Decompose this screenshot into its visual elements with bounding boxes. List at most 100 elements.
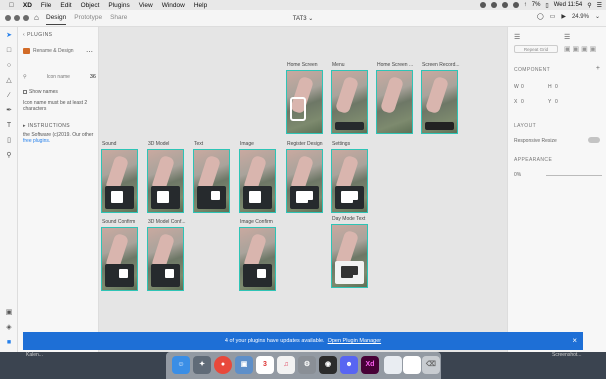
- artboard-label[interactable]: Home Screen ...: [377, 62, 413, 68]
- artboard-register-design[interactable]: [286, 149, 323, 213]
- line-tool-icon[interactable]: ∕: [5, 92, 13, 100]
- more-options-icon[interactable]: ⋯: [86, 48, 93, 56]
- finder-icon[interactable]: ☺: [172, 356, 190, 374]
- recent-doc-icon[interactable]: [403, 356, 421, 374]
- artboard-label[interactable]: Image Confirm: [240, 219, 273, 225]
- xd-icon[interactable]: Xd: [361, 356, 379, 374]
- user-icon[interactable]: ◯: [537, 13, 544, 20]
- distribute-icon[interactable]: ☰: [564, 33, 570, 41]
- chrome-icon[interactable]: ●: [214, 356, 232, 374]
- menu-window[interactable]: Window: [162, 2, 185, 9]
- close-icon[interactable]: ×: [572, 336, 577, 346]
- polygon-tool-icon[interactable]: △: [5, 77, 13, 85]
- artboard-label[interactable]: Screen Record...: [422, 62, 460, 68]
- artboard-day-mode-text[interactable]: [331, 224, 368, 288]
- assets-icon[interactable]: ▣: [5, 309, 13, 317]
- artboard-image[interactable]: [239, 149, 276, 213]
- artboard-3d-model[interactable]: [147, 149, 184, 213]
- x-field[interactable]: 0: [521, 99, 524, 105]
- menu-app-name[interactable]: XD: [23, 2, 32, 9]
- artboard-label[interactable]: Image: [240, 141, 254, 147]
- y-field[interactable]: 0: [555, 99, 558, 105]
- artboard-settings[interactable]: [331, 149, 368, 213]
- text-tool-icon[interactable]: T: [5, 122, 13, 130]
- desktop-file-label[interactable]: Kalen...: [26, 352, 43, 358]
- artboard-home-screen-2[interactable]: [376, 70, 413, 134]
- play-icon[interactable]: ▶: [561, 13, 566, 20]
- menu-list-icon[interactable]: ☰: [597, 2, 602, 9]
- menu-help[interactable]: Help: [194, 2, 207, 9]
- search-icon[interactable]: ⚲: [587, 2, 591, 9]
- artboard-label[interactable]: Text: [194, 141, 203, 147]
- discord-icon[interactable]: ☻: [340, 356, 358, 374]
- artboard-3d-model-confirm[interactable]: [147, 227, 184, 291]
- obs-icon[interactable]: ◉: [319, 356, 337, 374]
- artboard-screen-record[interactable]: [421, 70, 458, 134]
- recent-doc-icon[interactable]: [384, 356, 402, 374]
- show-names-checkbox[interactable]: Show names: [23, 89, 58, 95]
- bluetooth-icon[interactable]: [512, 2, 519, 8]
- artboard-tool-icon[interactable]: ▯: [5, 137, 13, 145]
- apple-icon[interactable]: : [9, 2, 14, 9]
- artboard-home-screen[interactable]: [286, 70, 323, 134]
- artboard-label[interactable]: Sound Confirm: [102, 219, 135, 225]
- chevron-left-icon[interactable]: ‹: [23, 32, 25, 38]
- desktop-file-label[interactable]: Screenshot...: [552, 352, 581, 358]
- artboard-label[interactable]: Settings: [332, 141, 350, 147]
- artboard-sound[interactable]: [101, 149, 138, 213]
- icon-name-value[interactable]: 36: [90, 74, 96, 80]
- design-canvas[interactable]: Home Screen Menu Home Screen ... Screen …: [99, 27, 507, 352]
- instructions-toggle[interactable]: ▸ INSTRUCTIONS: [23, 123, 70, 129]
- ellipse-tool-icon[interactable]: ○: [5, 62, 13, 70]
- trash-icon[interactable]: ⌫: [422, 356, 440, 374]
- music-icon[interactable]: ♫: [277, 356, 295, 374]
- zoom-tool-icon[interactable]: ⚲: [5, 152, 13, 160]
- rectangle-tool-icon[interactable]: □: [5, 47, 13, 55]
- repeat-grid-button[interactable]: Repeat Grid: [514, 45, 558, 53]
- document-title[interactable]: TAT3 ⌄: [0, 15, 606, 22]
- checkbox-box[interactable]: [23, 90, 27, 94]
- open-plugin-manager-link[interactable]: Open Plugin Manager: [328, 338, 382, 344]
- battery-icon[interactable]: ▯: [545, 2, 548, 9]
- icon-name-field[interactable]: ⚲ Icon name 36: [23, 73, 96, 81]
- calendar-icon[interactable]: 3: [256, 356, 274, 374]
- artboard-label[interactable]: Day Mode Text: [332, 216, 365, 222]
- menu-file[interactable]: File: [41, 2, 51, 9]
- status-app-icon[interactable]: [479, 2, 486, 8]
- artboard-image-confirm[interactable]: [239, 227, 276, 291]
- plugin-entry[interactable]: Rename & Design: [23, 48, 74, 54]
- artboard-label[interactable]: Menu: [332, 62, 345, 68]
- opacity-field[interactable]: 0%: [514, 172, 521, 178]
- artboard-label[interactable]: Sound: [102, 141, 116, 147]
- system-preferences-icon[interactable]: ⚙: [298, 356, 316, 374]
- plugins-icon[interactable]: ■: [5, 339, 13, 347]
- launchpad-icon[interactable]: ✦: [193, 356, 211, 374]
- artboard-label[interactable]: Home Screen: [287, 62, 318, 68]
- layers-icon[interactable]: ◈: [5, 324, 13, 332]
- clock[interactable]: Wed 11:54: [554, 2, 582, 8]
- artboard-menu[interactable]: [331, 70, 368, 134]
- boolean-ops-icon[interactable]: ▣ ▣ ▣ ▣: [564, 45, 596, 53]
- artboard-text[interactable]: [193, 149, 230, 213]
- opacity-slider[interactable]: [546, 175, 602, 176]
- add-component-icon[interactable]: +: [596, 65, 600, 72]
- zoom-level[interactable]: 24.9%: [572, 14, 589, 20]
- menu-view[interactable]: View: [139, 2, 153, 9]
- battery-indicator[interactable]: 7%: [532, 2, 541, 8]
- menu-plugins[interactable]: Plugins: [108, 2, 129, 9]
- free-plugins-link[interactable]: free plugins.: [23, 138, 50, 144]
- height-field[interactable]: 0: [555, 84, 558, 90]
- artboard-sound-confirm[interactable]: [101, 227, 138, 291]
- artboard-label[interactable]: Register Design: [287, 141, 323, 147]
- mobile-preview-icon[interactable]: ▭: [550, 13, 556, 20]
- artboard-label[interactable]: 3D Model: [148, 141, 169, 147]
- menu-edit[interactable]: Edit: [60, 2, 71, 9]
- status-app-icon-3[interactable]: [501, 2, 508, 8]
- align-icon[interactable]: ☰: [514, 33, 520, 41]
- select-tool-icon[interactable]: ➤: [5, 32, 13, 40]
- chevron-down-icon[interactable]: ⌄: [595, 13, 600, 20]
- status-app-icon-2[interactable]: [490, 2, 497, 8]
- menu-object[interactable]: Object: [81, 2, 100, 9]
- pen-tool-icon[interactable]: ✒: [5, 107, 13, 115]
- width-field[interactable]: 0: [521, 84, 524, 90]
